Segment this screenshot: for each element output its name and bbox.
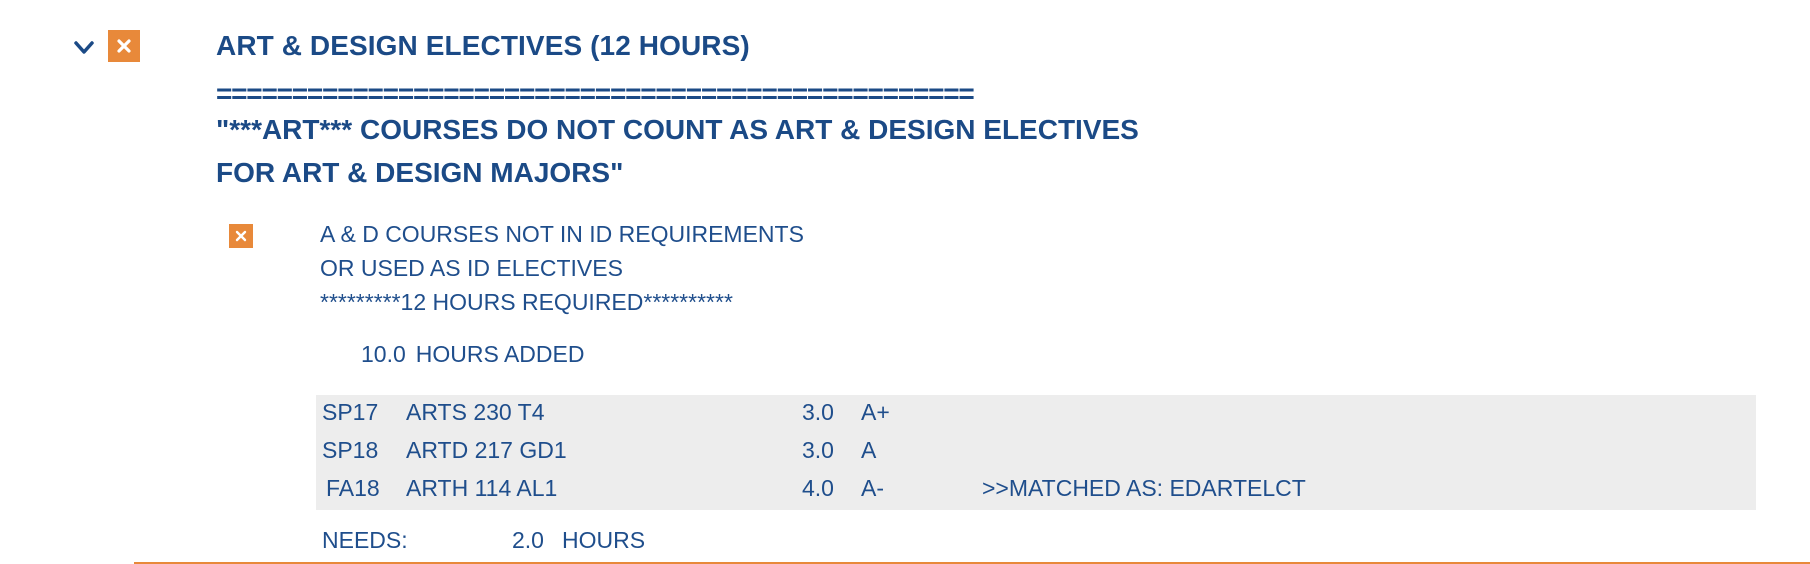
course-term: FA18 bbox=[326, 475, 380, 501]
course-note: >>MATCHED AS: EDARTELCT bbox=[982, 475, 1306, 501]
course-table: SP17 ARTS 230 T4 3.0 A+ SP18 ARTD 217 GD… bbox=[316, 395, 1756, 510]
table-row: FA18 ARTH 114 AL1 4.0 A- >>MATCHED AS: E… bbox=[316, 475, 1756, 513]
course-credits: 3.0 bbox=[802, 399, 834, 425]
hours-added-label: HOURS ADDED bbox=[415, 341, 585, 367]
course-credits: 4.0 bbox=[802, 475, 834, 501]
course-credits: 3.0 bbox=[802, 437, 834, 463]
table-row: SP17 ARTS 230 T4 3.0 A+ bbox=[316, 399, 1756, 437]
course-code: ARTH 114 AL1 bbox=[406, 475, 558, 501]
requirement-description-line-3: *********12 HOURS REQUIRED********** bbox=[320, 289, 733, 315]
course-grade: A+ bbox=[861, 399, 890, 425]
requirement-description-line-1: A & D COURSES NOT IN ID REQUIREMENTS bbox=[320, 221, 804, 247]
course-grade: A bbox=[861, 437, 877, 463]
hours-added: 10.0 HOURS ADDED bbox=[361, 341, 584, 368]
course-term: SP17 bbox=[322, 399, 379, 425]
course-term: SP18 bbox=[322, 437, 379, 463]
chevron-down-icon[interactable] bbox=[74, 40, 94, 56]
close-icon bbox=[229, 224, 253, 248]
section-title: ART & DESIGN ELECTIVES (12 HOURS) bbox=[216, 30, 750, 61]
separator-line: ========================================… bbox=[216, 78, 975, 109]
needs-label: NEEDS: bbox=[322, 527, 408, 553]
requirement-description-line-2: OR USED AS ID ELECTIVES bbox=[320, 255, 623, 281]
section-note-line-1: "***ART*** COURSES DO NOT COUNT AS ART &… bbox=[216, 114, 1139, 145]
needs-unit: HOURS bbox=[562, 527, 646, 553]
course-grade: A- bbox=[861, 475, 884, 501]
needs-value: 2.0 bbox=[512, 527, 544, 553]
hours-added-value: 10.0 bbox=[361, 341, 406, 367]
close-icon bbox=[108, 30, 140, 62]
table-row: SP18 ARTD 217 GD1 3.0 A bbox=[316, 437, 1756, 475]
section-note-line-2: FOR ART & DESIGN MAJORS" bbox=[216, 157, 624, 188]
course-code: ARTS 230 T4 bbox=[406, 399, 545, 425]
course-code: ARTD 217 GD1 bbox=[406, 437, 567, 463]
